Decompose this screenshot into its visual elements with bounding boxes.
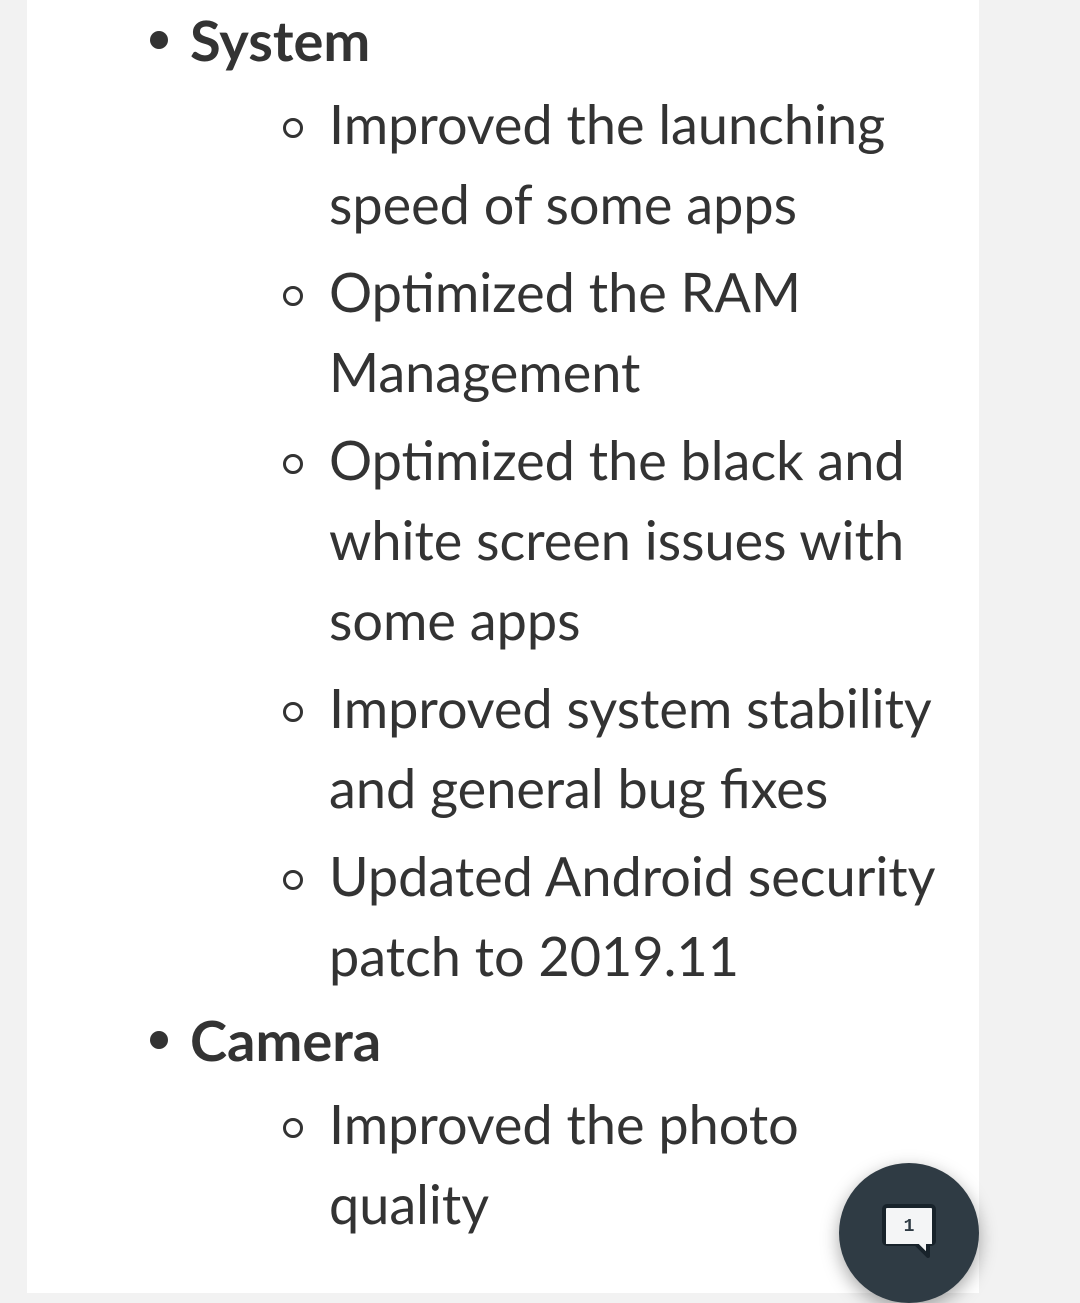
bullet-disc-icon: [150, 31, 168, 49]
list-item-text: Updated Android security patch to 2019.1…: [329, 843, 934, 988]
list-item: Improved system stability and general bu…: [27, 664, 979, 832]
bullet-circle-icon: [283, 286, 303, 306]
comment-count-badge: 1: [904, 1217, 915, 1237]
list-item: Improved the launching speed of some app…: [27, 80, 979, 248]
section-title: System: [190, 6, 370, 73]
content-card: System Improved the launching speed of s…: [27, 0, 979, 1293]
comment-icon: 1: [874, 1198, 944, 1268]
bullet-circle-icon: [283, 454, 303, 474]
section-items: Improved the launching speed of some app…: [27, 80, 979, 1000]
list-item-text: Optimized the black and white screen iss…: [329, 427, 905, 652]
bullet-circle-icon: [283, 118, 303, 138]
list-item: Updated Android security patch to 2019.1…: [27, 832, 979, 1000]
list-item-text: Improved the photo quality: [329, 1091, 799, 1236]
section-header-row: System: [27, 0, 979, 80]
list-item: Optimized the black and white screen iss…: [27, 416, 979, 664]
bullet-circle-icon: [283, 702, 303, 722]
changelog-list: System Improved the launching speed of s…: [27, 0, 979, 1248]
list-item: Improved the photo quality: [27, 1080, 979, 1248]
bullet-circle-icon: [283, 870, 303, 890]
bullet-disc-icon: [150, 1031, 168, 1049]
section-header-row: Camera: [27, 1000, 979, 1080]
changelog-section-system: System Improved the launching speed of s…: [27, 0, 979, 1000]
list-item: Optimized the RAM Management: [27, 248, 979, 416]
section-title: Camera: [190, 1006, 381, 1073]
list-item-text: Improved the launching speed of some app…: [329, 91, 885, 236]
changelog-section-camera: Camera Improved the photo quality: [27, 1000, 979, 1248]
list-item-text: Optimized the RAM Management: [329, 259, 801, 404]
section-items: Improved the photo quality: [27, 1080, 979, 1248]
bullet-circle-icon: [283, 1118, 303, 1138]
list-item-text: Improved system stability and general bu…: [329, 675, 930, 820]
scroll-to-comments-button[interactable]: 1: [839, 1163, 979, 1303]
